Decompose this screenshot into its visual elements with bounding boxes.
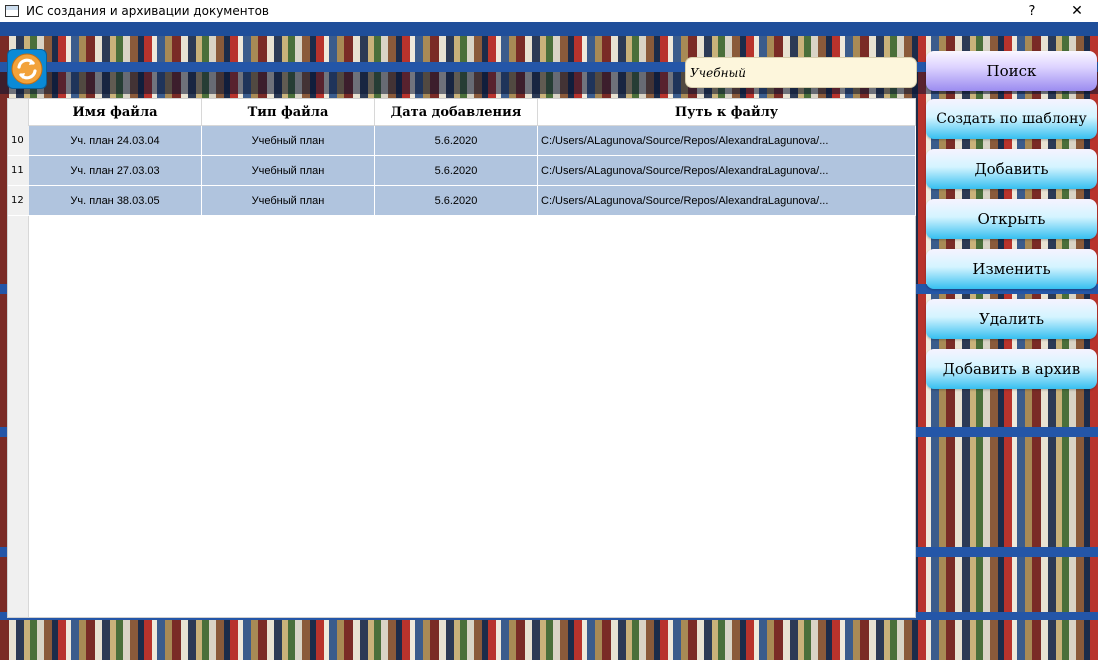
cell-file-name[interactable]: Уч. план 27.03.03 [29, 156, 202, 186]
window-app-icon [5, 5, 19, 17]
row-number[interactable]: 10 [8, 126, 29, 156]
open-button[interactable]: Открыть [926, 199, 1097, 239]
column-header-path[interactable]: Путь к файлу [538, 99, 916, 126]
title-bar: ИС создания и архивации документов ? ✕ [0, 0, 1098, 22]
column-header-type[interactable]: Тип файла [202, 99, 375, 126]
column-header-date[interactable]: Дата добавления [375, 99, 538, 126]
row-number[interactable]: 11 [8, 156, 29, 186]
cell-file-type[interactable]: Учебный план [202, 156, 375, 186]
window-title: ИС создания и архивации документов [26, 4, 269, 18]
cell-date-added[interactable]: 5.6.2020 [375, 156, 538, 186]
row-number[interactable]: 12 [8, 186, 29, 216]
cell-date-added[interactable]: 5.6.2020 [375, 186, 538, 216]
add-button[interactable]: Добавить [926, 149, 1097, 189]
delete-button[interactable]: Удалить [926, 299, 1097, 339]
search-button[interactable]: Поиск [926, 51, 1097, 91]
add-to-archive-button[interactable]: Добавить в архив [926, 349, 1097, 389]
refresh-button[interactable] [7, 49, 47, 89]
table-row[interactable]: 12 Уч. план 38.03.05 Учебный план 5.6.20… [8, 186, 916, 216]
refresh-arrows-icon [11, 53, 43, 85]
cell-file-path[interactable]: C:/Users/ALagunova/Source/Repos/Alexandr… [538, 186, 916, 216]
help-button[interactable]: ? [1020, 0, 1044, 22]
table-row[interactable]: 10 Уч. план 24.03.04 Учебный план 5.6.20… [8, 126, 916, 156]
edit-button[interactable]: Изменить [926, 249, 1097, 289]
cell-file-type[interactable]: Учебный план [202, 126, 375, 156]
cell-date-added[interactable]: 5.6.2020 [375, 126, 538, 156]
search-input[interactable] [685, 57, 917, 88]
table-header: Имя файла Тип файла Дата добавления Путь… [29, 99, 916, 126]
documents-table[interactable]: Имя файла Тип файла Дата добавления Путь… [7, 98, 916, 618]
cell-file-name[interactable]: Уч. план 24.03.04 [29, 126, 202, 156]
cell-file-path[interactable]: C:/Users/ALagunova/Source/Repos/Alexandr… [538, 156, 916, 186]
cell-file-path[interactable]: C:/Users/ALagunova/Source/Repos/Alexandr… [538, 126, 916, 156]
cell-file-type[interactable]: Учебный план [202, 186, 375, 216]
create-from-template-button[interactable]: Создать по шаблону [926, 99, 1097, 139]
close-button[interactable]: ✕ [1062, 0, 1092, 22]
column-header-name[interactable]: Имя файла [29, 99, 202, 126]
table-row[interactable]: 11 Уч. план 27.03.03 Учебный план 5.6.20… [8, 156, 916, 186]
cell-file-name[interactable]: Уч. план 38.03.05 [29, 186, 202, 216]
